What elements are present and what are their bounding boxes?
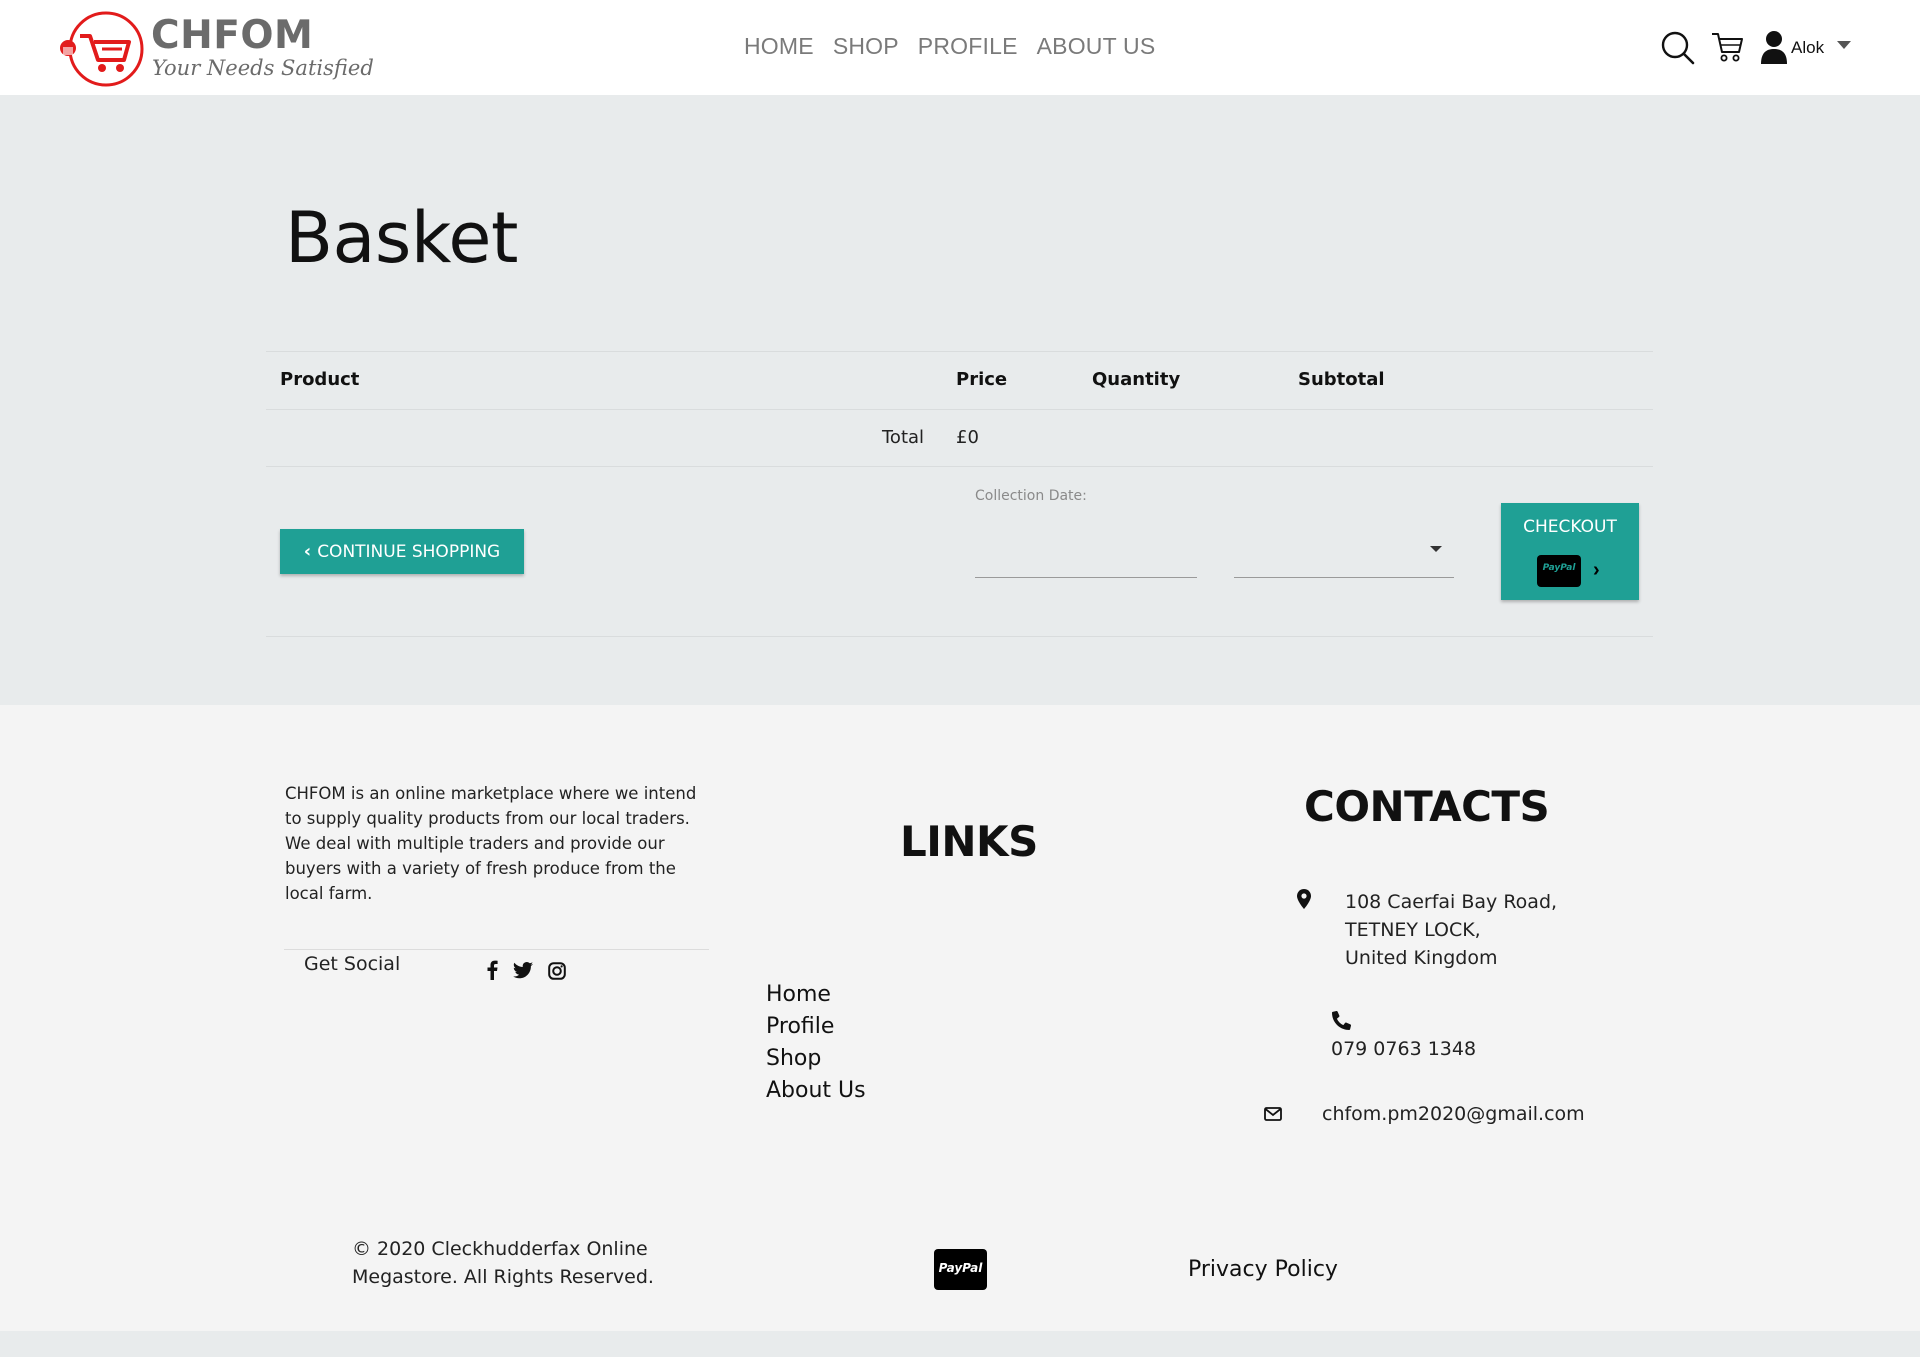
site-logo[interactable]: CHFOM Your Needs Satisfied bbox=[58, 10, 374, 88]
user-name[interactable]: Alok bbox=[1791, 38, 1824, 58]
user-icon[interactable] bbox=[1760, 30, 1788, 64]
paypal-icon: PayPal bbox=[1537, 555, 1581, 587]
header-tools: Alok bbox=[1656, 28, 1856, 70]
col-subtotal: Subtotal bbox=[1298, 369, 1385, 390]
brand-name: CHFOM bbox=[151, 13, 314, 58]
address-line-3: United Kingdom bbox=[1345, 947, 1498, 969]
search-icon[interactable] bbox=[1660, 30, 1696, 66]
paypal-logo-text: PayPal bbox=[938, 1261, 983, 1275]
caret-down-icon[interactable] bbox=[1837, 41, 1851, 49]
get-social-label: Get Social bbox=[304, 953, 401, 975]
col-price: Price bbox=[956, 369, 1008, 390]
collection-date-label: Collection Date: bbox=[975, 488, 1087, 504]
footer-link-shop[interactable]: Shop bbox=[766, 1043, 866, 1075]
footer-link-profile[interactable]: Profile bbox=[766, 1011, 866, 1043]
collection-time-select[interactable] bbox=[1234, 518, 1454, 578]
continue-shopping-label: CONTINUE SHOPPING bbox=[317, 541, 501, 562]
chevron-left-icon: ‹ bbox=[303, 541, 312, 562]
main-nav: HOME SHOP PROFILE ABOUT US bbox=[744, 30, 1155, 62]
phone-icon bbox=[1332, 1011, 1351, 1030]
privacy-policy-link[interactable]: Privacy Policy bbox=[1188, 1257, 1338, 1282]
contact-email[interactable]: chfom.pm2020@gmail.com bbox=[1322, 1103, 1585, 1125]
contact-address: 108 Caerfai Bay Road, TETNEY LOCK, Unite… bbox=[1345, 888, 1557, 972]
instagram-icon[interactable] bbox=[548, 962, 566, 980]
col-quantity: Quantity bbox=[1092, 369, 1181, 390]
nav-home[interactable]: HOME bbox=[744, 30, 814, 62]
caret-down-icon bbox=[1430, 546, 1442, 552]
bottom-strip bbox=[0, 1331, 1920, 1357]
table-top-rule bbox=[266, 351, 1653, 352]
nav-shop[interactable]: SHOP bbox=[833, 30, 899, 62]
page-title: Basket bbox=[285, 197, 518, 279]
about-text: CHFOM is an online marketplace where we … bbox=[285, 784, 697, 903]
links-heading: LINKS bbox=[900, 817, 1038, 866]
nav-about-us[interactable]: ABOUT US bbox=[1037, 30, 1156, 62]
nav-profile[interactable]: PROFILE bbox=[918, 30, 1018, 62]
cart-icon[interactable] bbox=[1710, 30, 1744, 64]
col-product: Product bbox=[280, 369, 360, 390]
brand-tagline: Your Needs Satisfied bbox=[152, 56, 374, 80]
cart-logo-icon bbox=[60, 11, 144, 87]
paypal-mark: PayPal bbox=[1542, 563, 1576, 573]
site-header: CHFOM Your Needs Satisfied HOME SHOP PRO… bbox=[0, 0, 1920, 95]
map-pin-icon bbox=[1297, 889, 1311, 909]
twitter-icon[interactable] bbox=[513, 962, 533, 979]
address-line-2: TETNEY LOCK, bbox=[1345, 919, 1481, 941]
checkout-label: CHECKOUT bbox=[1523, 517, 1617, 537]
contacts-heading: CONTACTS bbox=[1304, 782, 1550, 831]
social-divider bbox=[284, 949, 709, 950]
total-value: £0 bbox=[956, 427, 979, 448]
table-header-rule bbox=[266, 409, 1653, 410]
footer-link-home[interactable]: Home bbox=[766, 979, 866, 1011]
contact-phone[interactable]: 079 0763 1348 bbox=[1331, 1038, 1476, 1060]
total-label: Total bbox=[882, 427, 925, 448]
continue-shopping-button[interactable]: ‹ CONTINUE SHOPPING bbox=[280, 529, 524, 574]
paypal-logo: PayPal bbox=[934, 1249, 987, 1290]
footer-link-about-us[interactable]: About Us bbox=[766, 1075, 866, 1107]
address-line-1: 108 Caerfai Bay Road, bbox=[1345, 891, 1558, 913]
checkout-button[interactable]: CHECKOUT PayPal › bbox=[1501, 503, 1639, 600]
footer-links: Home Profile Shop About Us bbox=[766, 979, 866, 1107]
collection-date-input[interactable] bbox=[975, 518, 1197, 578]
facebook-icon[interactable] bbox=[486, 960, 498, 980]
basket-bottom-rule bbox=[266, 636, 1653, 637]
basket-section: Basket Product Price Quantity Subtotal T… bbox=[0, 95, 1920, 705]
site-footer: CHFOM is an online marketplace where we … bbox=[0, 705, 1920, 1331]
total-rule bbox=[266, 466, 1653, 467]
chevron-right-icon: › bbox=[1593, 559, 1600, 581]
envelope-icon bbox=[1264, 1107, 1282, 1121]
copyright-text: © 2020 Cleckhudderfax Online Megastore. … bbox=[352, 1238, 654, 1288]
